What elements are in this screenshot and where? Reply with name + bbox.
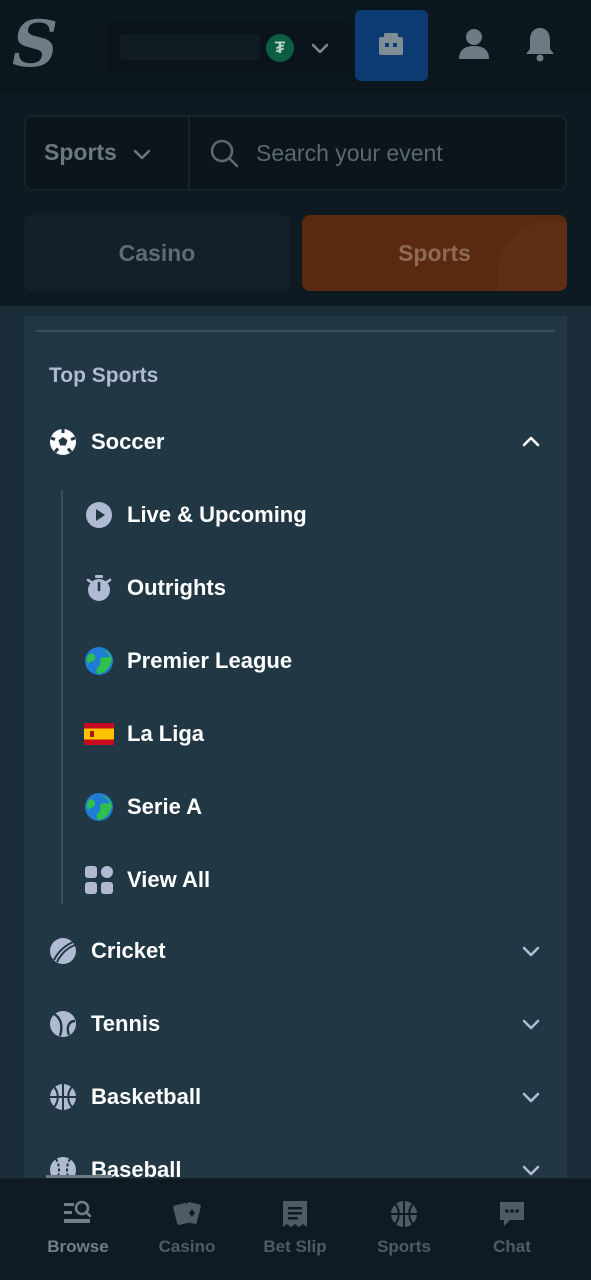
bottom-nav: Browse Casino Bet Slip Sports Chat — [0, 1175, 591, 1280]
sport-item-tennis[interactable]: Tennis — [24, 997, 567, 1051]
user-icon[interactable] — [454, 24, 494, 64]
nav-label: Chat — [493, 1237, 531, 1256]
submenu-item-la-liga[interactable]: La Liga — [24, 707, 567, 761]
tab-casino[interactable]: Casino — [24, 215, 290, 291]
sport-label: Basketball — [91, 1084, 202, 1109]
bell-icon[interactable] — [520, 24, 560, 64]
play-icon — [86, 502, 112, 528]
wallet-button[interactable] — [355, 10, 428, 81]
spain-flag-icon — [84, 723, 114, 745]
soccer-ball-icon — [50, 429, 76, 455]
browse-icon — [64, 1200, 92, 1223]
tab-casino-label: Casino — [118, 240, 196, 266]
sports-menu: Top Sports Soccer Live & Upcoming Outrig… — [24, 316, 567, 1216]
sport-label: Soccer — [91, 429, 165, 454]
search-input[interactable] — [256, 135, 546, 171]
section-title: Top Sports — [49, 364, 159, 387]
submenu-item-live-upcoming[interactable]: Live & Upcoming — [24, 488, 567, 542]
nav-sports[interactable]: Sports — [354, 1199, 454, 1269]
betslip-icon — [283, 1201, 307, 1227]
balance-selector[interactable]: ₮ — [108, 22, 352, 72]
tab-sports[interactable]: Sports — [302, 215, 567, 291]
grid-icon — [85, 866, 113, 894]
sport-label: Tennis — [91, 1011, 161, 1036]
search-bar: Sports — [24, 115, 567, 191]
globe-icon — [85, 793, 113, 821]
active-indicator — [46, 1175, 112, 1178]
divider — [36, 330, 555, 332]
sport-label: Cricket — [91, 938, 166, 963]
logo[interactable]: S — [12, 10, 60, 80]
nav-label: Casino — [158, 1237, 216, 1256]
nav-casino[interactable]: Casino — [137, 1199, 237, 1269]
submenu-item-serie-a[interactable]: Serie A — [24, 780, 567, 834]
wallet-icon — [379, 33, 403, 55]
search-scope-label: Sports — [44, 139, 117, 165]
submenu-label: La Liga — [127, 721, 205, 746]
submenu-label: View All — [127, 867, 211, 892]
submenu-line — [61, 490, 63, 904]
header: S ₮ — [0, 0, 591, 92]
top-area: S ₮ Sports Search your event Casino Spor… — [0, 0, 591, 306]
submenu-label: Serie A — [127, 794, 203, 819]
nav-label: Sports — [377, 1237, 431, 1256]
stopwatch-icon — [86, 575, 112, 601]
submenu-item-premier-league[interactable]: Premier League — [24, 634, 567, 688]
cricket-ball-icon — [50, 938, 76, 964]
sport-item-soccer[interactable]: Soccer — [24, 415, 567, 469]
nav-browse[interactable]: Browse — [28, 1199, 128, 1269]
globe-icon — [85, 647, 113, 675]
caret-down-icon — [311, 43, 329, 54]
submenu-item-view-all[interactable]: View All — [24, 853, 567, 907]
balance-value — [120, 34, 260, 60]
search-icon — [210, 139, 239, 168]
chevron-down-icon — [522, 1092, 540, 1103]
sport-item-cricket[interactable]: Cricket — [24, 924, 567, 978]
nav-chat[interactable]: Chat — [462, 1199, 562, 1269]
nav-bet-slip[interactable]: Bet Slip — [245, 1199, 345, 1269]
nav-label: Bet Slip — [263, 1237, 327, 1256]
cards-icon — [173, 1202, 201, 1225]
tennis-ball-icon — [50, 1011, 76, 1037]
tab-sports-label: Sports — [398, 240, 471, 266]
chevron-up-icon — [522, 436, 540, 447]
chevron-down-icon — [522, 1019, 540, 1030]
submenu-item-outrights[interactable]: Outrights — [24, 561, 567, 615]
submenu-label: Outrights — [127, 575, 226, 600]
chat-icon — [500, 1202, 524, 1226]
basketball-icon — [50, 1084, 76, 1110]
chevron-down-icon — [133, 149, 151, 160]
submenu-label: Premier League — [127, 648, 293, 673]
nav-label: Browse — [47, 1237, 109, 1256]
chevron-down-icon — [522, 946, 540, 957]
tether-coin-icon: ₮ — [266, 34, 294, 62]
submenu-label: Live & Upcoming — [127, 502, 307, 527]
chevron-down-icon — [522, 1165, 540, 1176]
sports-ball-icon — [391, 1201, 417, 1227]
search-scope-dropdown[interactable]: Sports — [26, 117, 190, 189]
sport-item-basketball[interactable]: Basketball — [24, 1070, 567, 1124]
